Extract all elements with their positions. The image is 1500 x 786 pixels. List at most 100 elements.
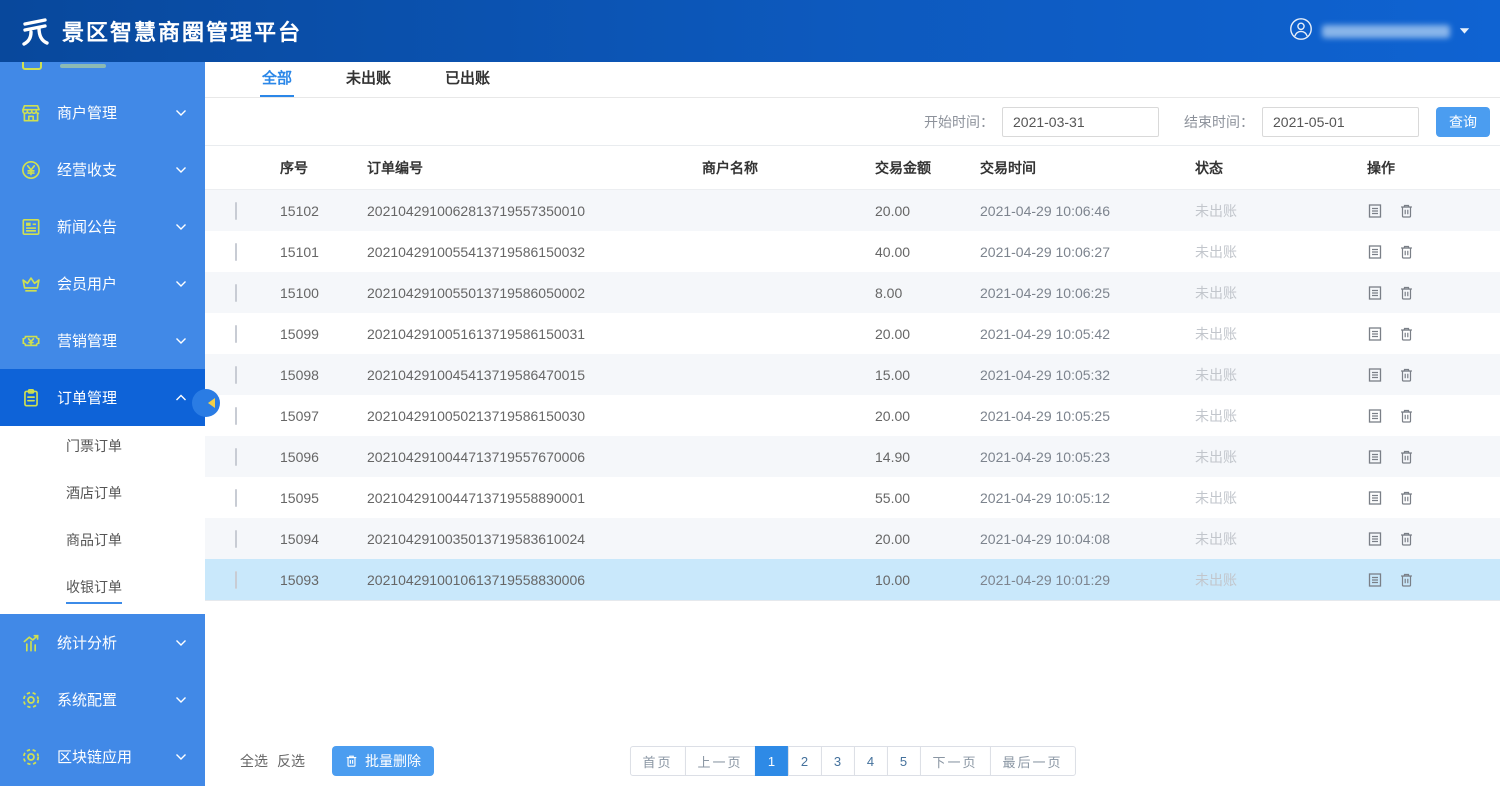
cell-time: 2021-04-29 10:04:08 bbox=[980, 531, 1195, 547]
delete-icon[interactable] bbox=[1399, 408, 1414, 424]
query-button[interactable]: 查询 bbox=[1436, 107, 1490, 137]
page-prev-button[interactable]: 上一页 bbox=[684, 746, 755, 776]
user-menu[interactable] bbox=[1289, 17, 1470, 46]
table-row: 15102 2021042910062813719557350010 20.00… bbox=[205, 190, 1500, 231]
col-actions: 操作 bbox=[1367, 158, 1500, 178]
sidebar-item-merchant-mgmt[interactable]: 商户管理 bbox=[0, 84, 205, 141]
invert-select-link[interactable]: 反选 bbox=[277, 751, 305, 771]
cell-seq: 15100 bbox=[280, 285, 367, 301]
page-number-button[interactable]: 1 bbox=[755, 746, 789, 776]
delete-icon[interactable] bbox=[1399, 490, 1414, 506]
table-header: 序号 订单编号 商户名称 交易金额 交易时间 状态 操作 bbox=[205, 146, 1500, 190]
page-number-button[interactable]: 5 bbox=[887, 746, 921, 776]
delete-icon[interactable] bbox=[1399, 449, 1414, 465]
detail-icon[interactable] bbox=[1367, 285, 1383, 301]
sidebar-item-marketing[interactable]: 营销管理 bbox=[0, 312, 205, 369]
sidebar-item-label: 区块链应用 bbox=[57, 746, 175, 767]
app-logo-icon bbox=[18, 15, 52, 47]
page-number-button[interactable]: 4 bbox=[854, 746, 888, 776]
table-row: 15101 2021042910055413719586150032 40.00… bbox=[205, 231, 1500, 272]
detail-icon[interactable] bbox=[1367, 367, 1383, 383]
chevron-down-icon bbox=[175, 218, 187, 235]
cell-amount: 20.00 bbox=[875, 326, 980, 342]
detail-icon[interactable] bbox=[1367, 490, 1383, 506]
row-checkbox[interactable] bbox=[235, 530, 237, 548]
sidebar-item-orders[interactable]: 订单管理 bbox=[0, 369, 205, 426]
row-checkbox[interactable] bbox=[235, 284, 237, 302]
page-next-button[interactable]: 下一页 bbox=[920, 746, 991, 776]
trash-icon bbox=[345, 754, 358, 768]
detail-icon[interactable] bbox=[1367, 244, 1383, 260]
delete-icon[interactable] bbox=[1399, 326, 1414, 342]
row-checkbox[interactable] bbox=[235, 202, 237, 220]
cell-order-no: 2021042910050213719586150030 bbox=[367, 408, 702, 424]
cell-order-no: 2021042910055013719586050002 bbox=[367, 285, 702, 301]
batch-delete-button[interactable]: 批量删除 bbox=[332, 746, 434, 776]
row-checkbox[interactable] bbox=[235, 407, 237, 425]
sidebar-item-members[interactable]: 会员用户 bbox=[0, 255, 205, 312]
cell-order-no: 2021042910045413719586470015 bbox=[367, 367, 702, 383]
news-icon bbox=[20, 216, 42, 238]
page-number-button[interactable]: 2 bbox=[788, 746, 822, 776]
cell-amount: 20.00 bbox=[875, 531, 980, 547]
cell-seq: 15094 bbox=[280, 531, 367, 547]
sidebar-item-label: 会员用户 bbox=[57, 273, 175, 294]
table-row: 15100 2021042910055013719586050002 8.00 … bbox=[205, 272, 1500, 313]
sidebar-item-partial[interactable] bbox=[0, 62, 205, 84]
cell-seq: 15095 bbox=[280, 490, 367, 506]
sidebar-item-statistics[interactable]: 统计分析 bbox=[0, 614, 205, 671]
row-checkbox[interactable] bbox=[235, 325, 237, 343]
submenu-item-cashier-orders[interactable]: 收银订单 bbox=[0, 567, 205, 614]
sidebar-item-news[interactable]: 新闻公告 bbox=[0, 198, 205, 255]
sidebar-item-revenue[interactable]: 经营收支 bbox=[0, 141, 205, 198]
row-checkbox[interactable] bbox=[235, 366, 237, 384]
col-seq: 序号 bbox=[280, 158, 367, 178]
page-first-button[interactable]: 首页 bbox=[629, 746, 685, 776]
row-checkbox[interactable] bbox=[235, 571, 237, 589]
tab-unbilled[interactable]: 未出账 bbox=[344, 62, 393, 97]
cell-seq: 15097 bbox=[280, 408, 367, 424]
delete-icon[interactable] bbox=[1399, 203, 1414, 219]
start-date-input[interactable] bbox=[1002, 107, 1159, 137]
chevron-down-icon bbox=[175, 634, 187, 651]
detail-icon[interactable] bbox=[1367, 572, 1383, 588]
sidebar-item-label: 新闻公告 bbox=[57, 216, 175, 237]
end-date-input[interactable] bbox=[1262, 107, 1419, 137]
sidebar-collapse-handle[interactable] bbox=[192, 389, 220, 417]
ticket-icon bbox=[20, 330, 42, 352]
delete-icon[interactable] bbox=[1399, 572, 1414, 588]
page-last-button[interactable]: 最后一页 bbox=[990, 746, 1076, 776]
chevron-down-icon bbox=[1459, 22, 1470, 40]
chevron-down-icon bbox=[175, 691, 187, 708]
row-checkbox[interactable] bbox=[235, 489, 237, 507]
detail-icon[interactable] bbox=[1367, 531, 1383, 547]
gear-icon bbox=[20, 689, 42, 711]
select-all-link[interactable]: 全选 bbox=[240, 751, 268, 771]
page-number-button[interactable]: 3 bbox=[821, 746, 855, 776]
delete-icon[interactable] bbox=[1399, 367, 1414, 383]
collapse-left-icon bbox=[208, 398, 215, 408]
delete-icon[interactable] bbox=[1399, 285, 1414, 301]
chevron-down-icon bbox=[175, 748, 187, 765]
sidebar-item-blockchain[interactable]: 区块链应用 bbox=[0, 728, 205, 785]
delete-icon[interactable] bbox=[1399, 531, 1414, 547]
cell-time: 2021-04-29 10:05:42 bbox=[980, 326, 1195, 342]
cell-order-no: 2021042910035013719583610024 bbox=[367, 531, 702, 547]
detail-icon[interactable] bbox=[1367, 449, 1383, 465]
sidebar-item-system-config[interactable]: 系统配置 bbox=[0, 671, 205, 728]
detail-icon[interactable] bbox=[1367, 326, 1383, 342]
submenu-item-hotel-orders[interactable]: 酒店订单 bbox=[0, 473, 205, 520]
row-checkbox[interactable] bbox=[235, 448, 237, 466]
cell-seq: 15099 bbox=[280, 326, 367, 342]
tab-billed[interactable]: 已出账 bbox=[443, 62, 492, 97]
submenu-item-ticket-orders[interactable]: 门票订单 bbox=[0, 426, 205, 473]
delete-icon[interactable] bbox=[1399, 244, 1414, 260]
detail-icon[interactable] bbox=[1367, 203, 1383, 219]
submenu-item-goods-orders[interactable]: 商品订单 bbox=[0, 520, 205, 567]
tab-all[interactable]: 全部 bbox=[260, 62, 294, 97]
cell-time: 2021-04-29 10:06:27 bbox=[980, 244, 1195, 260]
status-badge: 未出账 bbox=[1195, 283, 1367, 303]
row-checkbox[interactable] bbox=[235, 243, 237, 261]
sidebar: 商户管理 经营收支 新闻公告 bbox=[0, 62, 205, 786]
detail-icon[interactable] bbox=[1367, 408, 1383, 424]
